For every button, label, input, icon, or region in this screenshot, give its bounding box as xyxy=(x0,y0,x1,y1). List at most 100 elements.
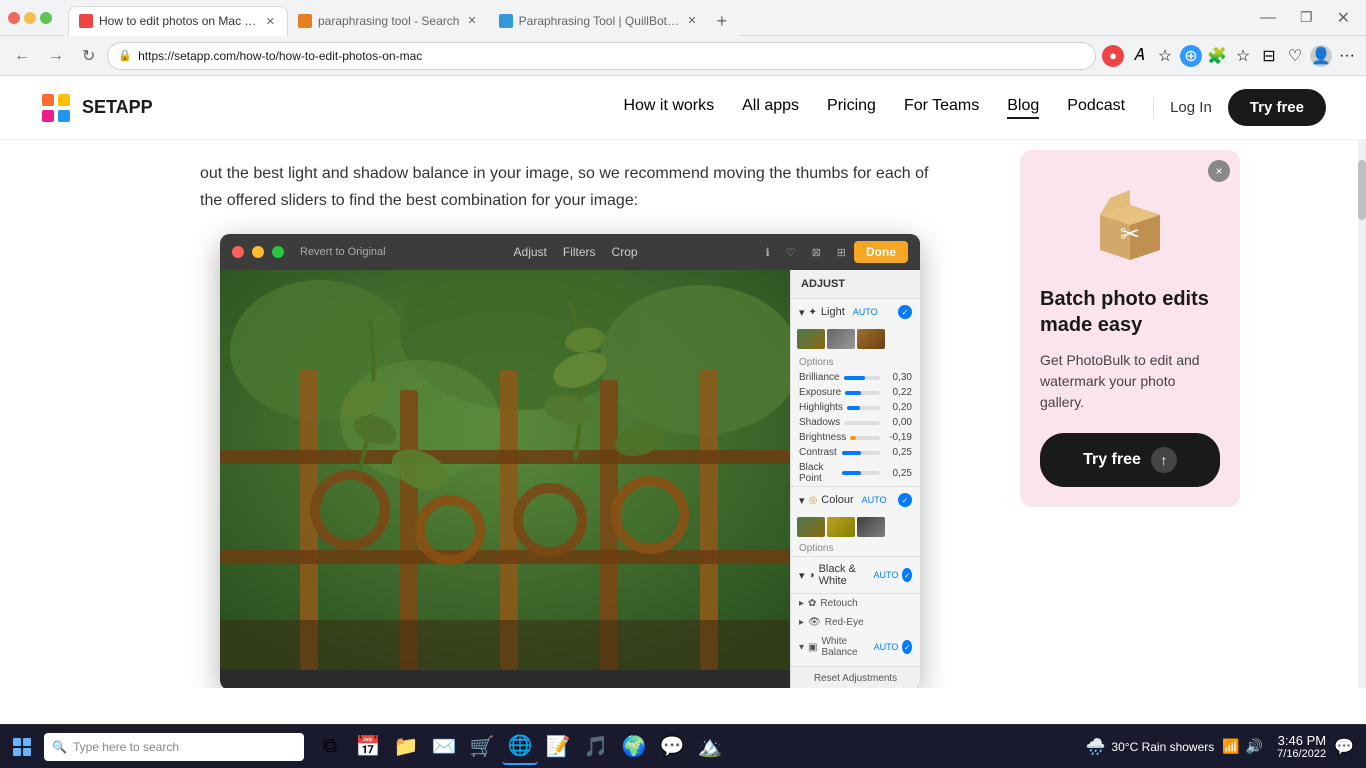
store-icon: 🛒 xyxy=(470,734,495,759)
highlights-bar[interactable] xyxy=(847,406,880,410)
browser-profile-button[interactable]: 👤 xyxy=(1310,45,1332,67)
scrollbar-track[interactable] xyxy=(1358,140,1366,688)
black-point-bar[interactable] xyxy=(842,471,881,475)
editor-share-icon[interactable]: ⊠ xyxy=(812,246,821,259)
window-minimize-button[interactable] xyxy=(24,12,36,24)
taskbar-icon-chrome[interactable]: 🌍 xyxy=(616,729,652,765)
taskbar-search-placeholder: Type here to search xyxy=(73,740,179,754)
editor-done-button[interactable]: Done xyxy=(854,241,908,263)
browser-tab-1[interactable]: How to edit photos on Mac 202… ✕ xyxy=(68,6,288,36)
revert-button[interactable]: Revert to Original xyxy=(300,246,386,258)
editor-minimize-dot[interactable] xyxy=(252,246,264,258)
browser-collections-button[interactable]: ⊟ xyxy=(1258,45,1280,67)
tab-close-1[interactable]: ✕ xyxy=(264,13,277,30)
browser-more-button[interactable]: ··· xyxy=(1336,45,1358,67)
taskbar-clock[interactable]: 3:46 PM 7/16/2022 xyxy=(1277,733,1326,760)
browser-heart-button[interactable]: ♡ xyxy=(1284,45,1306,67)
bw-active-badge: ✓ xyxy=(902,568,912,582)
nav-for-teams[interactable]: For Teams xyxy=(904,97,979,119)
colour-thumb-1[interactable] xyxy=(797,517,825,537)
browser-extension-5[interactable]: 🧩 xyxy=(1206,45,1228,67)
minimize-window-button[interactable]: — xyxy=(1252,7,1284,29)
taskbar-icon-edge[interactable]: 🌐 xyxy=(502,729,538,765)
exposure-bar[interactable] xyxy=(845,391,880,395)
ssl-lock-icon: 🔒 xyxy=(118,49,132,62)
taskbar-icon-word[interactable]: 📝 xyxy=(540,729,576,765)
browser-tab-3[interactable]: Paraphrasing Tool | QuillBot AI ✕ xyxy=(489,6,709,36)
spotify-icon: 🎵 xyxy=(584,734,609,759)
ad-try-free-button[interactable]: Try free ↑ xyxy=(1040,433,1220,487)
nav-pricing[interactable]: Pricing xyxy=(827,97,876,119)
browser-tab-2[interactable]: paraphrasing tool - Search ✕ xyxy=(288,6,489,36)
taskbar-search-box[interactable]: 🔍 Type here to search xyxy=(44,733,304,761)
taskbar-icon-store[interactable]: 🛒 xyxy=(464,729,500,765)
taskbar-icon-folder[interactable]: 📁 xyxy=(388,729,424,765)
editor-info-icon[interactable]: ℹ xyxy=(766,246,770,259)
taskbar-icon-mail[interactable]: ✉️ xyxy=(426,729,462,765)
tab-close-2[interactable]: ✕ xyxy=(465,12,478,29)
ad-close-button[interactable]: × xyxy=(1208,160,1230,182)
editor-tab-filters[interactable]: Filters xyxy=(563,245,596,259)
taskbar-icon-calendar[interactable]: 📅 xyxy=(350,729,386,765)
panel-wb-item[interactable]: ▾ ▣ White Balance AUTO ✓ xyxy=(791,632,920,662)
weather-widget[interactable]: 🌧️ 30°C Rain showers xyxy=(1086,737,1215,757)
svg-text:✂: ✂ xyxy=(1120,221,1140,248)
forward-button[interactable]: → xyxy=(42,43,70,69)
thumb-3[interactable] xyxy=(857,329,885,349)
browser-extension-3[interactable]: ☆ xyxy=(1154,45,1176,67)
editor-close-dot[interactable] xyxy=(232,246,244,258)
browser-extension-4[interactable]: ⊕ xyxy=(1180,45,1202,67)
nav-login-link[interactable]: Log In xyxy=(1170,99,1212,116)
brilliance-bar[interactable] xyxy=(844,376,880,380)
new-tab-button[interactable]: + xyxy=(709,7,736,36)
editor-tab-adjust[interactable]: Adjust xyxy=(514,245,547,259)
browser-extension-1[interactable]: ● xyxy=(1102,45,1124,67)
tab-close-3[interactable]: ✕ xyxy=(685,12,698,29)
shadows-bar[interactable] xyxy=(844,421,880,425)
nav-blog[interactable]: Blog xyxy=(1007,97,1039,119)
reset-adjustments-button[interactable]: Reset Adjustments xyxy=(791,666,920,688)
panel-colour-header[interactable]: ▾ ◎ Colour AUTO ✓ xyxy=(791,487,920,513)
panel-bw-header[interactable]: ▾ ◑ Black & White AUTO ✓ xyxy=(791,557,920,593)
colour-thumb-3[interactable] xyxy=(857,517,885,537)
restore-window-button[interactable]: ❐ xyxy=(1292,7,1321,28)
editor-maximize-dot[interactable] xyxy=(272,246,284,258)
panel-retouch-item[interactable]: ▸ ✿ Retouch xyxy=(791,594,920,613)
editor-heart-icon[interactable]: ♡ xyxy=(786,246,796,259)
black-point-value: 0,25 xyxy=(884,468,912,479)
thumb-1[interactable] xyxy=(797,329,825,349)
scrollbar-thumb[interactable] xyxy=(1358,160,1366,220)
brightness-bar[interactable] xyxy=(850,436,880,440)
colour-thumb-2[interactable] xyxy=(827,517,855,537)
contrast-bar[interactable] xyxy=(842,451,881,455)
editor-crop-icon[interactable]: ⊞ xyxy=(837,246,846,259)
nav-how-it-works[interactable]: How it works xyxy=(623,97,714,119)
taskbar-icon-task-view[interactable]: ⧉ xyxy=(312,729,348,765)
start-button[interactable] xyxy=(4,729,40,765)
panel-redeye-item[interactable]: ▸ 👁 Red-Eye xyxy=(791,613,920,632)
editor-tab-crop[interactable]: Crop xyxy=(612,245,638,259)
network-icon[interactable]: 📶 xyxy=(1222,738,1239,755)
refresh-button[interactable]: ↻ xyxy=(76,42,101,70)
website: SETAPP How it works All apps Pricing For… xyxy=(0,76,1366,688)
address-bar[interactable]: 🔒 https://setapp.com/how-to/how-to-edit-… xyxy=(107,42,1096,70)
windows-taskbar: 🔍 Type here to search ⧉ 📅 📁 ✉️ 🛒 🌐 📝 🎵 xyxy=(0,724,1366,768)
nav-all-apps[interactable]: All apps xyxy=(742,97,799,119)
back-button[interactable]: ← xyxy=(8,43,36,69)
thumb-2[interactable] xyxy=(827,329,855,349)
window-maximize-button[interactable] xyxy=(40,12,52,24)
taskbar-icon-chat[interactable]: 💬 xyxy=(654,729,690,765)
browser-favorites-button[interactable]: ☆ xyxy=(1232,45,1254,67)
browser-extension-2[interactable]: 𝐴 xyxy=(1128,45,1150,67)
close-window-button[interactable]: ✕ xyxy=(1329,6,1358,30)
photo-editor-screenshot: Revert to Original Adjust Filters Crop ℹ… xyxy=(200,234,940,688)
nav-try-free-button[interactable]: Try free xyxy=(1228,89,1326,126)
panel-light-header[interactable]: ▾ ✦ Light AUTO ✓ xyxy=(791,299,920,325)
window-close-button[interactable] xyxy=(8,12,20,24)
taskbar-icon-spotify[interactable]: 🎵 xyxy=(578,729,614,765)
taskbar-icon-photos[interactable]: 🏔️ xyxy=(692,729,728,765)
notification-button[interactable]: 💬 xyxy=(1334,737,1354,757)
volume-icon[interactable]: 🔊 xyxy=(1246,738,1263,755)
nav-podcast[interactable]: Podcast xyxy=(1067,97,1125,119)
site-logo[interactable]: SETAPP xyxy=(40,92,153,124)
